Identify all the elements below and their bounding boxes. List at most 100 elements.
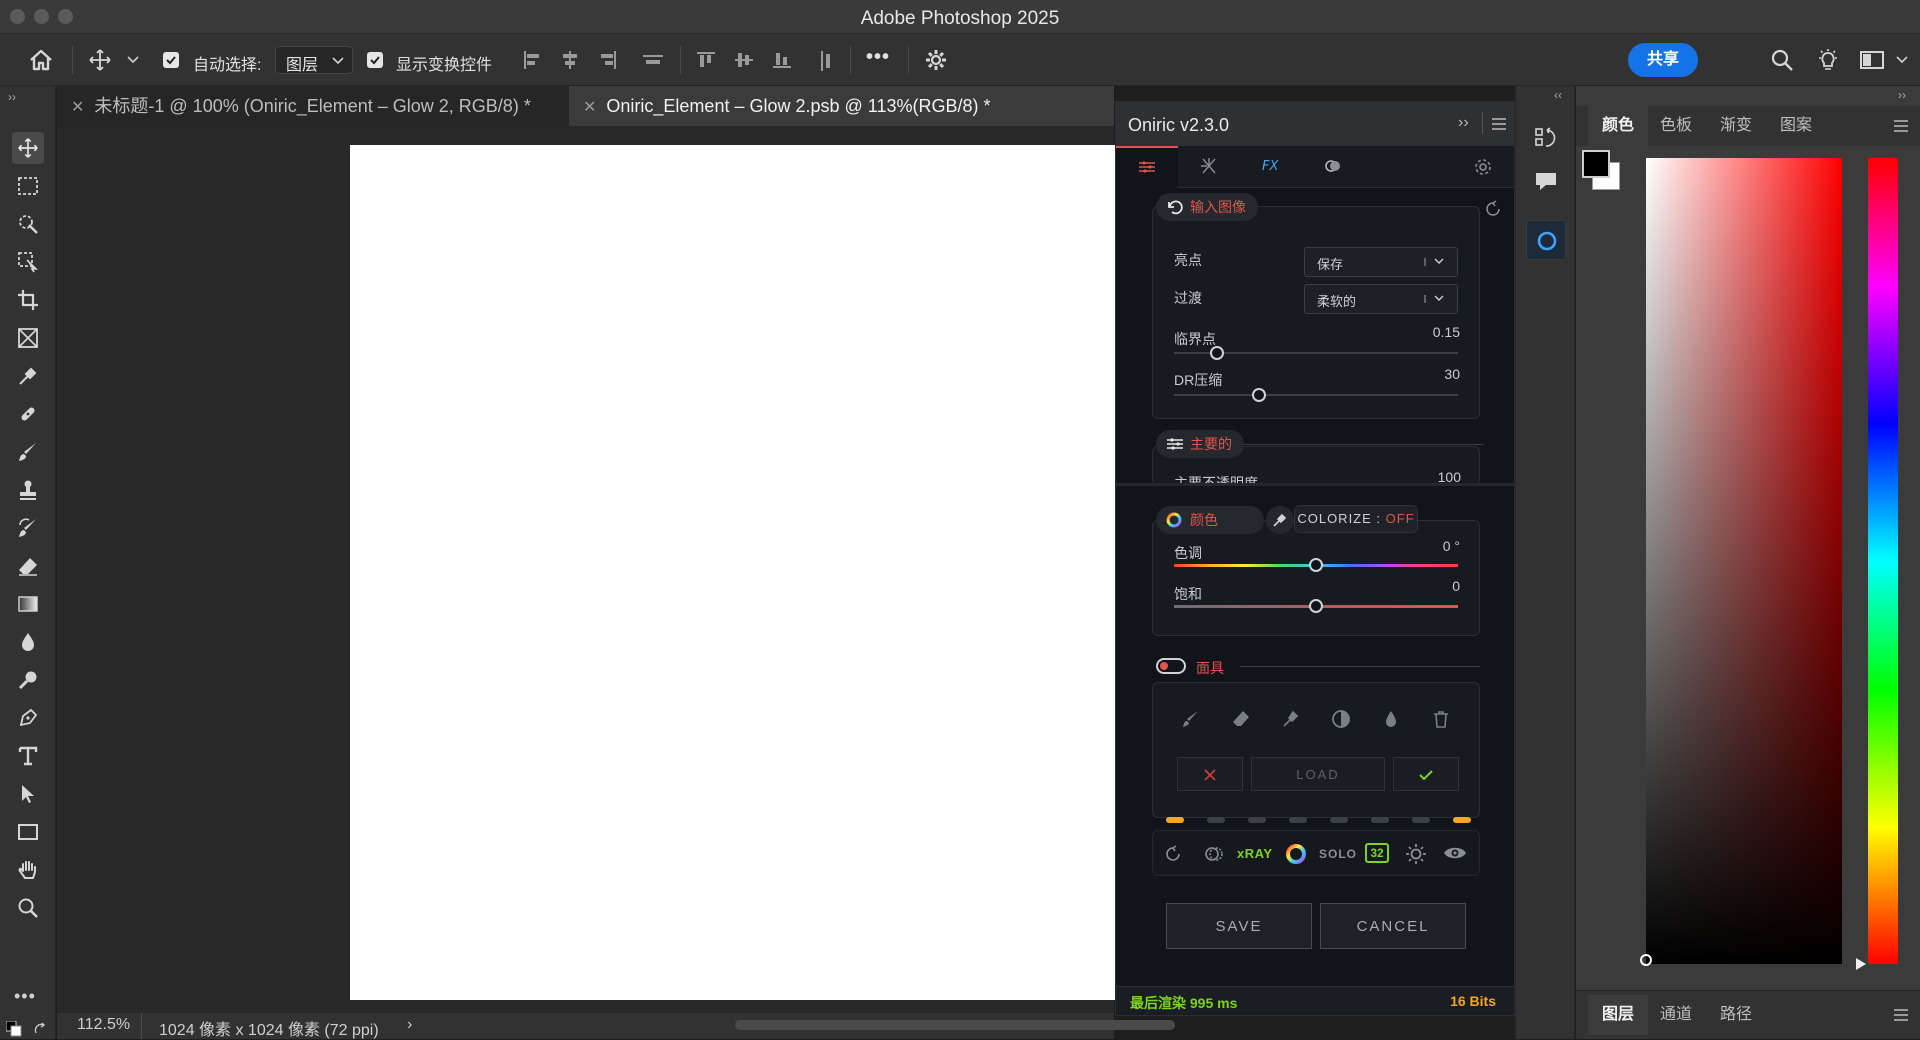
cancel-button[interactable]: CANCEL [1320, 903, 1466, 949]
bit-depth-badge[interactable]: 32 [1365, 843, 1389, 863]
frame-tool[interactable] [12, 322, 44, 354]
marquee-tool[interactable] [12, 170, 44, 202]
mask-discard-button[interactable] [1177, 757, 1243, 791]
panel-menu-icon[interactable] [1894, 1009, 1908, 1021]
crop-tool[interactable] [12, 284, 44, 316]
tab-adjustments[interactable] [1116, 146, 1178, 188]
quick-selection-tool[interactable] [12, 208, 44, 240]
collapse-strip-icon[interactable]: ‹‹ [1554, 88, 1562, 102]
align-bottom-icon[interactable] [772, 50, 792, 70]
chevron-down-icon[interactable] [1896, 56, 1908, 64]
search-icon[interactable] [1770, 48, 1794, 72]
trash-icon[interactable] [1431, 709, 1451, 729]
collapse-dock-icon[interactable]: ›› [1898, 88, 1906, 102]
collapse-panel-icon[interactable]: ›› [1458, 114, 1469, 132]
distribute-vertical-icon[interactable] [816, 50, 836, 72]
object-selection-tool[interactable] [12, 246, 44, 278]
blur-tool[interactable] [12, 626, 44, 658]
horizontal-scrollbar[interactable] [735, 1020, 1175, 1030]
path-selection-tool[interactable] [12, 778, 44, 810]
tab-blend[interactable] [1302, 146, 1364, 188]
dr-compression-slider-track[interactable] [1174, 394, 1458, 396]
tab-untitled-1[interactable]: ✕ 未标题-1 @ 100% (Oniric_Element – Glow 2, … [57, 86, 567, 126]
mask-apply-button[interactable] [1393, 757, 1459, 791]
distribute-horizontal-icon[interactable] [642, 50, 664, 70]
close-tab-icon[interactable]: ✕ [71, 88, 84, 128]
threshold-slider-thumb[interactable] [1209, 346, 1224, 360]
move-tool[interactable] [12, 132, 44, 164]
eye-icon[interactable] [1443, 845, 1467, 861]
layer-indicator[interactable] [1166, 817, 1184, 823]
color-picker-cursor[interactable] [1640, 954, 1652, 966]
mask-feather-icon[interactable] [1381, 709, 1401, 729]
align-top-icon[interactable] [696, 50, 716, 70]
zoom-level[interactable]: 112.5% [77, 1016, 130, 1034]
foreground-background-swatch-icon[interactable] [6, 1021, 50, 1037]
hue-pointer-icon[interactable] [1856, 958, 1866, 970]
rectangle-tool[interactable] [12, 816, 44, 848]
transition-select[interactable]: 柔软的 [1304, 284, 1458, 314]
reset-icon[interactable] [1484, 200, 1502, 218]
more-options-button[interactable]: ••• [866, 46, 890, 69]
save-button[interactable]: SAVE [1166, 903, 1312, 949]
panel-menu-icon[interactable] [1492, 118, 1506, 130]
eyedropper-tool[interactable] [12, 360, 44, 392]
mask-eyedropper-icon[interactable] [1281, 709, 1301, 729]
brush-tool[interactable] [12, 436, 44, 468]
align-right-icon[interactable] [598, 50, 618, 70]
move-tool-icon[interactable] [88, 48, 112, 72]
home-icon[interactable] [28, 48, 54, 72]
auto-select-target-select[interactable]: 图层 [275, 46, 353, 74]
blend-mode-icon[interactable] [1203, 844, 1225, 864]
oniric-panel-toggle[interactable] [1526, 220, 1566, 260]
layer-indicator[interactable] [1248, 817, 1266, 823]
stamp-tool[interactable] [12, 474, 44, 506]
more-tools-icon[interactable]: ••• [14, 986, 36, 1007]
mask-load-button[interactable]: LOAD [1251, 757, 1385, 791]
dodge-tool[interactable] [12, 664, 44, 696]
mask-toggle[interactable] [1156, 658, 1186, 674]
tab-patterns[interactable]: 图案 [1766, 106, 1826, 146]
mask-eraser-icon[interactable] [1231, 709, 1251, 729]
align-left-icon[interactable] [522, 50, 542, 70]
mask-invert-icon[interactable] [1331, 709, 1351, 729]
status-menu-arrow[interactable]: › [407, 1016, 412, 1034]
layer-indicator[interactable] [1453, 817, 1471, 823]
expand-icon[interactable]: ›› [8, 90, 16, 104]
tab-settings[interactable] [1452, 146, 1514, 188]
history-brush-tool[interactable] [12, 512, 44, 544]
refresh-icon[interactable] [1163, 844, 1183, 864]
eraser-tool[interactable] [12, 550, 44, 582]
show-transform-checkbox[interactable] [367, 52, 383, 68]
xray-toggle[interactable]: xRAY [1237, 846, 1272, 861]
layer-indicator[interactable] [1371, 817, 1389, 823]
hue-slider-thumb[interactable] [1309, 558, 1323, 572]
layer-indicator[interactable] [1289, 817, 1307, 823]
lightbulb-icon[interactable] [1816, 48, 1840, 72]
healing-brush-tool[interactable] [12, 398, 44, 430]
highlight-select[interactable]: 保存 [1304, 247, 1458, 277]
tab-color[interactable]: 颜色 [1588, 106, 1649, 146]
chevron-down-icon[interactable] [127, 56, 139, 64]
tab-glow[interactable] [1178, 146, 1240, 188]
close-tab-icon[interactable]: ✕ [583, 88, 596, 128]
color-picker-button[interactable] [1266, 506, 1294, 534]
auto-select-checkbox[interactable] [163, 52, 179, 68]
workspace-icon[interactable] [1860, 50, 1884, 70]
layer-indicator[interactable] [1412, 817, 1430, 823]
tab-channels[interactable]: 通道 [1646, 995, 1706, 1035]
tab-layers[interactable]: 图层 [1588, 995, 1649, 1035]
panel-menu-icon[interactable] [1894, 120, 1908, 132]
layer-indicator[interactable] [1207, 817, 1225, 823]
mask-brush-icon[interactable] [1181, 709, 1201, 729]
gradient-tool[interactable] [12, 588, 44, 620]
foreground-color-swatch[interactable] [1582, 150, 1610, 178]
document-canvas[interactable] [350, 145, 1115, 1000]
pen-tool[interactable] [12, 702, 44, 734]
share-button[interactable]: 共享 [1628, 43, 1698, 77]
tab-fx[interactable]: FX [1240, 146, 1302, 188]
gear-icon[interactable] [924, 48, 948, 72]
tab-oniric-element-glow-2[interactable]: ✕ Oniric_Element – Glow 2.psb @ 113%(RGB/… [569, 86, 1114, 126]
comments-icon[interactable] [1534, 170, 1558, 194]
tab-swatches[interactable]: 色板 [1646, 106, 1706, 146]
